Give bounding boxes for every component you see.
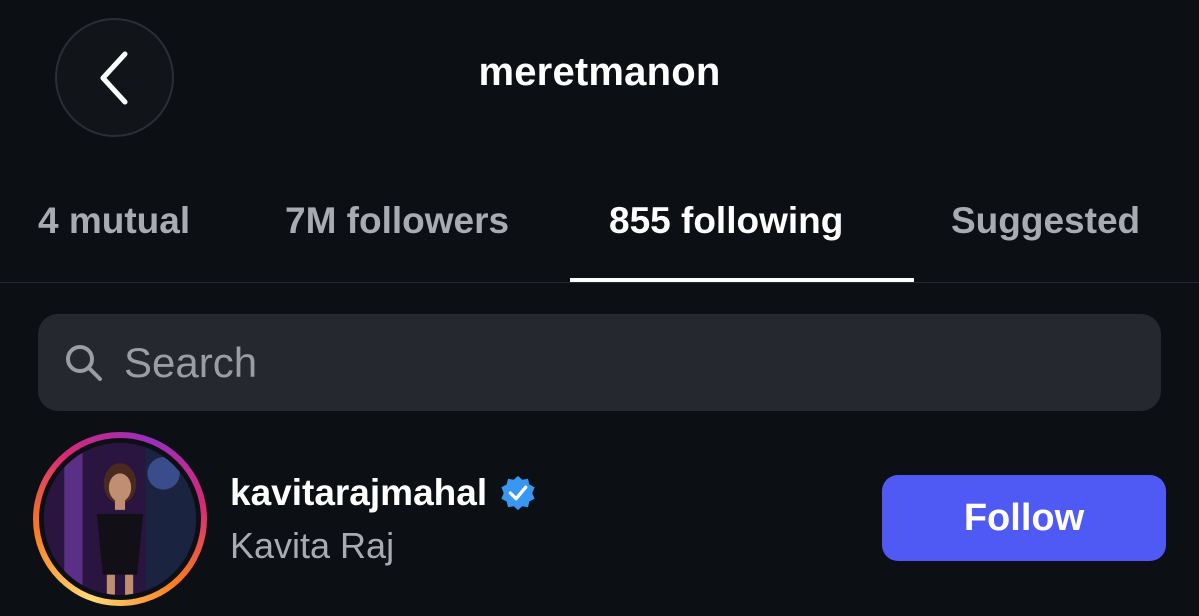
search-icon [66, 345, 102, 381]
avatar [44, 443, 196, 595]
search-bar[interactable] [38, 314, 1161, 411]
tabs-divider [0, 282, 1199, 283]
tab-following[interactable]: 855 following [609, 200, 843, 242]
username[interactable]: kavitarajmahal [230, 472, 487, 514]
page-title: meretmanon [478, 50, 721, 94]
tab-suggested[interactable]: Suggested [951, 200, 1140, 242]
tab-followers[interactable]: 7M followers [285, 200, 509, 242]
avatar-photo [44, 443, 196, 595]
list-item[interactable]: kavitarajmahal Kavita Raj Follow [0, 430, 1199, 616]
tab-mutual[interactable]: 4 mutual [38, 200, 190, 242]
following-page: meretmanon 4 mutual 7M followers 855 fol… [0, 0, 1199, 616]
follow-button[interactable]: Follow [882, 475, 1166, 561]
search-input[interactable] [124, 314, 1124, 411]
full-name: Kavita Raj [230, 525, 395, 566]
tab-bar: 4 mutual 7M followers 855 following Sugg… [0, 190, 1199, 283]
username-line: kavitarajmahal [230, 472, 537, 514]
story-ring[interactable] [33, 432, 207, 606]
verified-badge-icon [501, 475, 535, 511]
